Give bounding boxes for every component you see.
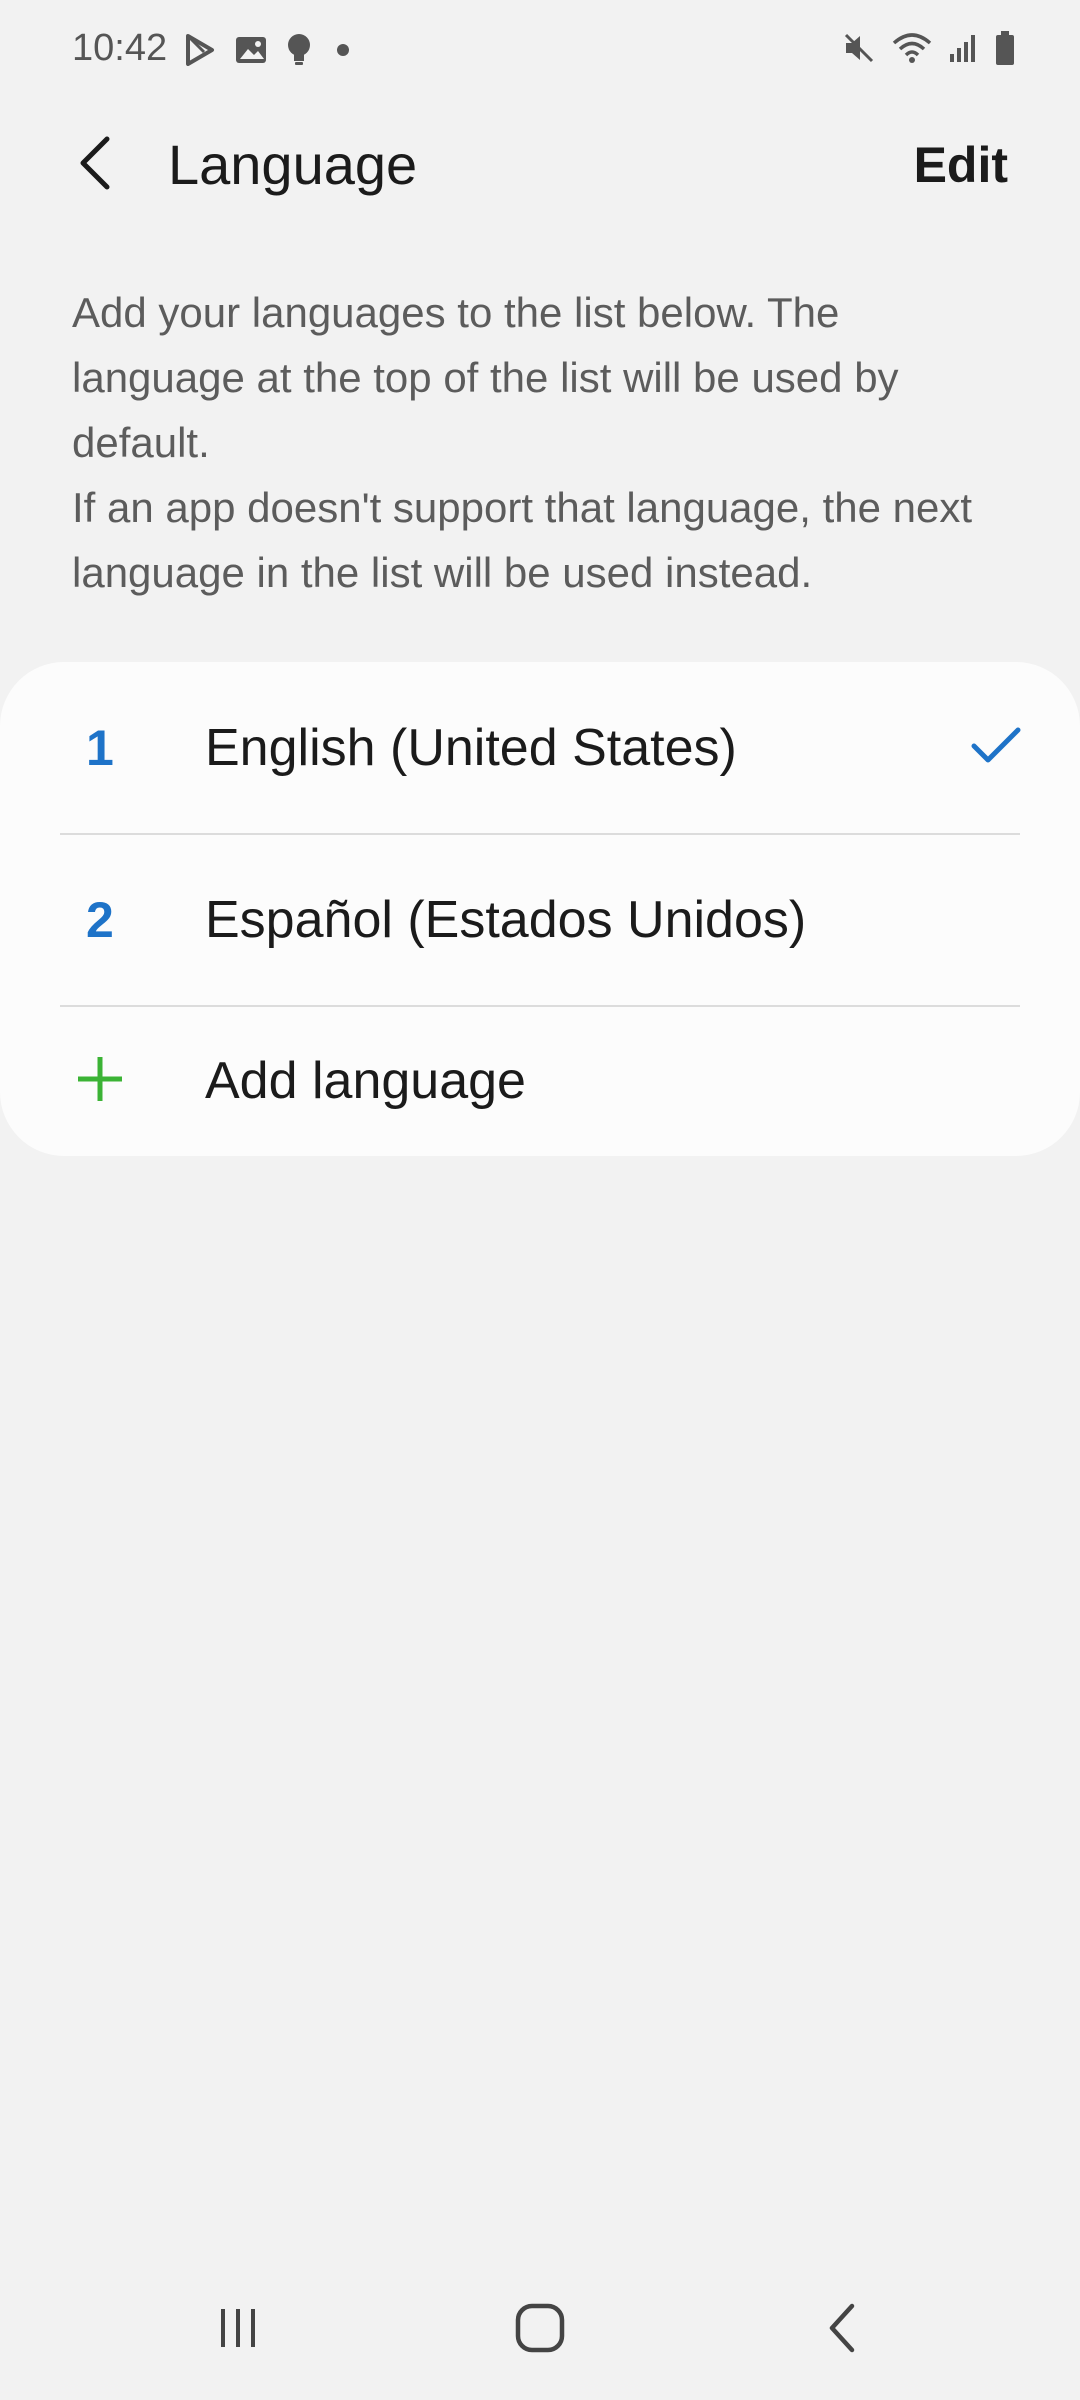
wifi-icon — [892, 31, 932, 65]
plus-icon — [74, 1053, 126, 1110]
status-bar: 10:42 — [0, 0, 1080, 96]
add-language-label: Add language — [205, 1052, 526, 1110]
status-left-icons — [186, 30, 356, 70]
language-row-2[interactable]: 2 Español (Estados Unidos) — [0, 834, 1080, 1006]
checkmark-icon — [970, 726, 1022, 771]
language-row-1[interactable]: 1 English (United States) — [0, 662, 1080, 834]
recents-button[interactable] — [198, 2290, 278, 2370]
add-language-button[interactable]: Add language — [0, 1006, 1080, 1156]
app-bar: Language Edit — [0, 110, 1080, 220]
status-time: 10:42 — [72, 27, 168, 69]
language-priority-number: 2 — [86, 892, 114, 948]
back-icon — [822, 2301, 862, 2360]
language-label: English (United States) — [205, 719, 737, 777]
home-button[interactable] — [500, 2290, 580, 2370]
description: Add your languages to the list below. Th… — [72, 280, 1012, 605]
play-store-icon — [186, 34, 216, 66]
status-right-icons — [842, 28, 1016, 68]
recents-icon — [213, 2303, 263, 2358]
chevron-left-icon — [75, 135, 115, 196]
language-label: Español (Estados Unidos) — [205, 891, 807, 949]
nav-back-button[interactable] — [802, 2290, 882, 2370]
nav-bar — [0, 2260, 1080, 2400]
dot-icon — [330, 40, 356, 60]
description-line-2: If an app doesn't support that language,… — [72, 484, 973, 596]
screen: 10:42 Language Edit Add your languages t… — [0, 0, 1080, 2400]
description-line-1: Add your languages to the list below. Th… — [72, 289, 899, 466]
signal-icon — [948, 32, 978, 64]
back-button[interactable] — [60, 130, 130, 200]
language-list-card: 1 English (United States) 2 Español (Est… — [0, 662, 1080, 1156]
language-priority-number: 1 — [86, 720, 114, 776]
battery-icon — [994, 30, 1016, 66]
gallery-icon — [234, 35, 268, 65]
bulb-icon — [286, 33, 312, 67]
mute-icon — [842, 31, 876, 65]
edit-button[interactable]: Edit — [914, 134, 1008, 196]
home-icon — [513, 2301, 567, 2360]
page-title: Language — [168, 133, 418, 196]
